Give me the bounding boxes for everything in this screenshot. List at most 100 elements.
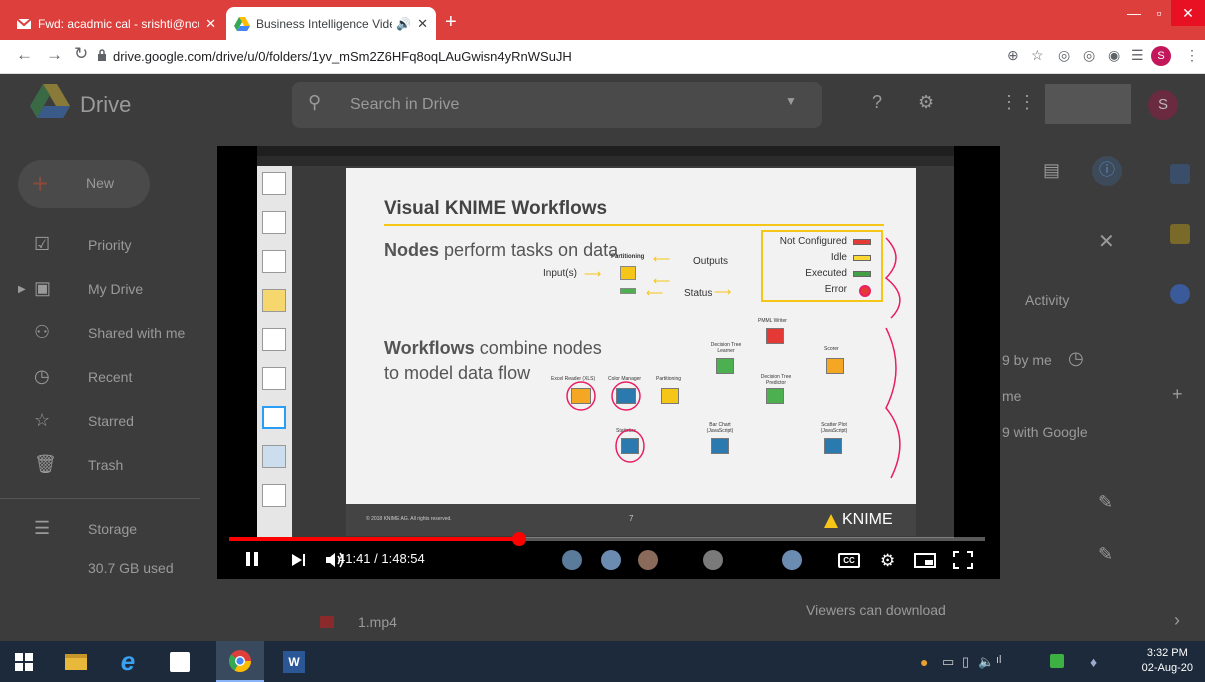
footer-copyright: © 2018 KNIME AG. All rights reserved. — [366, 516, 452, 522]
tab-title: Fwd: acadmic cal - srishti@ncuin — [38, 16, 200, 31]
activity-tab[interactable]: Activity — [1025, 292, 1069, 308]
search-icon[interactable]: ⚲ — [308, 92, 321, 113]
chrome-button[interactable] — [216, 641, 264, 682]
thumbnail — [262, 289, 286, 312]
thumbnail — [262, 328, 286, 351]
shared-icon: ⚇ — [34, 322, 51, 342]
miniplayer-icon — [914, 553, 936, 568]
captions-button[interactable]: CC — [838, 553, 860, 568]
details-line: 9 by me — [1002, 352, 1052, 368]
nav-recent[interactable]: Recent — [88, 369, 132, 385]
video-file-icon — [320, 616, 334, 628]
store-button[interactable] — [156, 641, 204, 682]
priority-icon: ☑ — [34, 234, 51, 254]
participant-avatar — [638, 550, 658, 570]
keep-icon[interactable] — [1170, 224, 1190, 244]
audio-playing-icon[interactable]: 🔊 — [396, 17, 411, 31]
info-icon[interactable]: ⓘ — [1092, 156, 1122, 186]
calendar-icon[interactable] — [1170, 164, 1190, 184]
extension-icon[interactable]: ◎ — [1083, 47, 1095, 64]
close-panel-icon[interactable]: ✕ — [1098, 229, 1115, 254]
close-tab-icon[interactable]: ✕ — [205, 16, 216, 32]
nav-my-drive[interactable]: My Drive — [88, 281, 143, 297]
close-window-button[interactable]: ✕ — [1171, 0, 1205, 26]
fullscreen-button[interactable] — [953, 551, 973, 569]
word-button[interactable]: W — [270, 641, 318, 682]
speaker-icon[interactable]: 🔈 — [978, 654, 994, 670]
edit-pencil-icon[interactable]: ✎ — [1098, 492, 1113, 513]
extension-icon[interactable]: ◉ — [1108, 47, 1120, 64]
thumbnail — [262, 172, 286, 195]
clock-date: 02-Aug-20 — [1141, 662, 1193, 674]
nav-shared[interactable]: Shared with me — [88, 325, 185, 341]
fullscreen-icon — [953, 551, 973, 569]
reading-list-icon[interactable]: ☰ — [1131, 47, 1144, 64]
pause-button[interactable] — [245, 551, 259, 567]
help-icon[interactable]: ? — [872, 92, 882, 113]
profile-avatar[interactable]: S — [1151, 46, 1171, 66]
network-icon[interactable]: ♦ — [1090, 654, 1097, 670]
divider — [0, 498, 200, 499]
search-input[interactable]: Search in Drive — [350, 96, 459, 114]
apps-grid-icon[interactable]: ⋮⋮ — [1000, 92, 1036, 113]
battery-icon[interactable]: ▯ — [962, 654, 969, 670]
slide: Visual KNIME Workflows Nodes perform tas… — [346, 168, 916, 536]
thumbnail-current — [262, 406, 286, 429]
page-number: 7 — [629, 514, 634, 523]
wifi-signal-icon[interactable]: ıl — [996, 654, 1002, 666]
file-name[interactable]: 1.mp4 — [358, 614, 397, 630]
settings-gear-icon[interactable]: ⚙ — [880, 551, 895, 571]
gmail-icon — [16, 17, 32, 29]
back-icon[interactable]: ← — [16, 45, 33, 65]
expand-panel-icon[interactable]: › — [1174, 610, 1180, 631]
settings-gear-icon[interactable]: ⚙ — [918, 92, 934, 113]
display-icon[interactable]: ▭ — [942, 654, 954, 670]
minimize-button[interactable]: — — [1121, 0, 1147, 26]
bookmark-star-icon[interactable]: ☆ — [1031, 47, 1044, 64]
details-line: me — [1002, 388, 1022, 404]
participant-avatar — [782, 550, 802, 570]
ie-button[interactable]: e — [104, 641, 152, 682]
tray-app-icon[interactable]: ● — [920, 654, 928, 670]
address-bar[interactable]: drive.google.com/drive/u/0/folders/1yv_m… — [113, 45, 993, 69]
skip-next-icon — [292, 554, 305, 566]
new-tab-button[interactable]: + — [445, 12, 457, 32]
start-button[interactable] — [0, 641, 48, 682]
tab-drive-active[interactable]: Business Intelligence Videos 🔊 ✕ — [226, 7, 436, 40]
zoom-icon[interactable]: ⊕ — [1007, 47, 1019, 64]
nav-trash[interactable]: Trash — [88, 457, 123, 473]
list-view-icon[interactable]: ▤ — [1043, 160, 1060, 181]
forward-icon[interactable]: → — [46, 45, 63, 65]
menu-kebab-icon[interactable]: ⋮ — [1185, 47, 1199, 64]
search-options-icon[interactable]: ▼ — [785, 94, 797, 108]
edit-pencil-icon[interactable]: ✎ — [1098, 544, 1113, 565]
expand-arrow-icon[interactable]: ▶ — [18, 284, 26, 295]
add-icon[interactable]: + — [1172, 384, 1183, 405]
recent-clock-icon: ◷ — [34, 366, 50, 386]
tasks-icon[interactable] — [1170, 284, 1190, 304]
nav-storage[interactable]: Storage — [88, 521, 137, 537]
tab-title: Business Intelligence Videos — [256, 16, 392, 31]
thumbnail — [262, 484, 286, 507]
taskbar-clock[interactable]: 3:32 PM 02-Aug-20 — [1142, 646, 1193, 676]
maximize-button[interactable]: ▫ — [1147, 0, 1171, 26]
slide-footer: © 2018 KNIME AG. All rights reserved. 7 … — [346, 504, 916, 536]
extension-icon[interactable]: ◎ — [1058, 47, 1070, 64]
reload-icon[interactable]: ↻ — [74, 44, 88, 64]
miniplayer-button[interactable] — [914, 553, 936, 568]
tab-gmail[interactable]: Fwd: acadmic cal - srishti@ncuin ✕ — [8, 7, 224, 40]
next-button[interactable] — [291, 553, 307, 567]
security-icon[interactable] — [1050, 654, 1064, 668]
recorded-desktop-topbar — [257, 146, 954, 156]
account-avatar[interactable]: S — [1148, 90, 1178, 120]
file-explorer-button[interactable] — [52, 641, 100, 682]
nav-priority[interactable]: Priority — [88, 237, 132, 253]
clock-time: 3:32 PM — [1146, 647, 1188, 659]
starred-icon: ☆ — [34, 410, 51, 430]
close-tab-icon[interactable]: ✕ — [417, 16, 428, 32]
nav-starred[interactable]: Starred — [88, 413, 134, 429]
viewer-toolbar — [257, 156, 954, 166]
seek-bar-played — [229, 537, 520, 541]
drive-logo-icon — [30, 84, 70, 118]
word-icon: W — [283, 650, 305, 673]
